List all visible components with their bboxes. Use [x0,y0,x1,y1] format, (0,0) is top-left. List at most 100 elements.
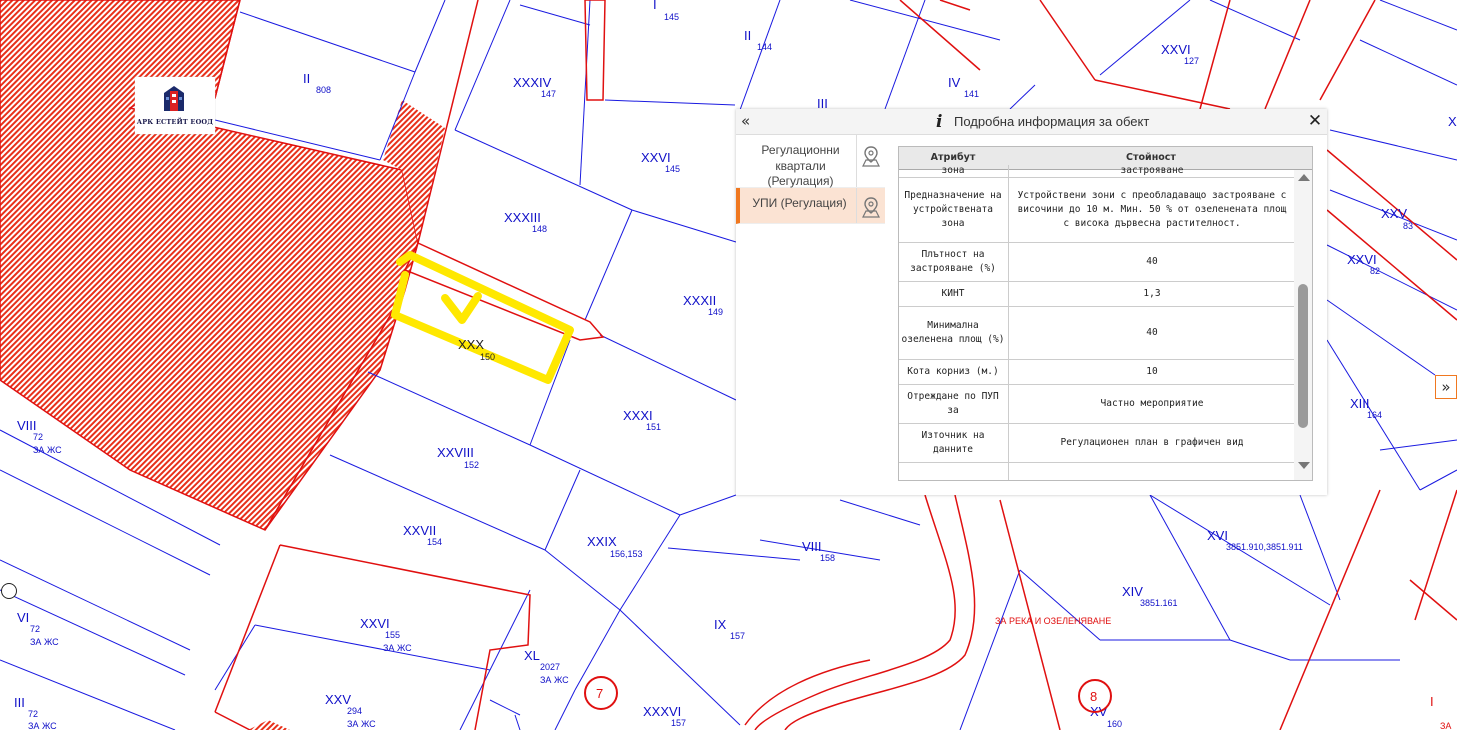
table-row: Източник на данните Регулационен план в г… [899,424,1294,463]
value-cell: Устройствени зони с преобладаващо застро… [1008,178,1295,242]
panel-header: « i Подробна информация за обект ✕ [736,109,1327,135]
parcel-label: XXVIII [437,445,474,460]
value-cell: Регулационен план в графичен вид [1008,424,1295,462]
parcel-label: XXV [1381,206,1407,221]
parcel-label: II [744,28,751,43]
parcel-use: ЗА ЖС [347,719,376,729]
parcel-use: ЗА [1440,721,1451,730]
parcel-label: I [1430,694,1434,709]
parcel-label: X [1448,114,1457,129]
attribute-cell: Отреждане по ПУП за [907,391,999,416]
parcel-number: 72 [30,624,40,634]
table-row: Предназначение на устройствената зона Уст… [899,178,1294,243]
parcel-number: 3851.910,3851.911 [1226,542,1303,552]
attribute-cell: КИНТ [941,288,965,299]
value-cell: застрояване [1008,165,1295,177]
table-row: зона застрояване [899,165,1294,178]
table-row: Отреждане по ПУП за Частно мероприятие [899,385,1294,424]
parcel-label: XXVI [1161,42,1191,57]
attribute-cell: Плътност на застрояване (%) [910,249,996,274]
attribute-cell: Източник на данните [921,430,985,455]
parcel-number: 2027 [540,662,560,672]
parcel-number: 157 [730,631,745,641]
parcel-label: XL [524,648,540,663]
parcel-number: 294 [347,706,362,716]
parcel-label: I [653,0,657,12]
block-number: 7 [596,686,603,701]
value-cell: 40 [1008,307,1295,359]
attribute-cell: Кота корниз (м.) [907,366,999,377]
parcel-label: XXXI [623,408,653,423]
parcel-label: XXXII [683,293,716,308]
scroll-down-arrow-icon[interactable] [1298,462,1310,469]
attribute-cell: Предназначение на устройствената зона [904,190,1002,229]
map-tool-circle[interactable] [1,583,17,599]
table-row-partial [899,463,1295,480]
parcel-number: 144 [757,42,772,52]
parcel-number: 127 [1184,56,1199,66]
parcel-number: 160 [1107,719,1122,729]
value-cell [1008,463,1295,480]
parcel-label: XIII [1350,396,1370,411]
column-header-attribute: Атрибут [930,152,976,163]
parcel-number: 145 [665,164,680,174]
parcel-label: XXXIV [513,75,552,90]
parcel-number: 149 [708,307,723,317]
map-pin-icon [862,197,880,218]
map-pin-icon [862,146,880,167]
parcel-label: XVI [1207,528,1228,543]
hatched-corner [248,720,290,730]
expand-right-button[interactable]: » [1435,375,1457,399]
parcel-label: IV [948,75,961,90]
layer-item-regulation-blocks[interactable]: Регулационни квартали (Регулация) [736,135,885,188]
table-row: Кота корниз (м.) 10 [899,360,1294,385]
parcel-use: ЗА ЖС [28,721,57,730]
parcel-label: XXVI [641,150,671,165]
parcel-number: 151 [646,422,661,432]
zone-label: ЗА РЕКА И ОЗЕЛЕНЯВАНЕ [995,616,1111,626]
zoom-to-object-button[interactable] [856,188,885,223]
parcel-label: XXXVI [643,704,681,719]
parcel-number: 141 [964,89,979,99]
object-info-panel: « i Подробна информация за обект ✕ Регул… [736,109,1327,495]
parcel-label: XXXIII [504,210,541,225]
scrollbar-thumb[interactable] [1298,284,1308,428]
building-logo-icon [164,86,184,111]
parcel-use: ЗА ЖС [540,675,569,685]
parcel-number: 152 [464,460,479,470]
info-icon: i [936,112,943,132]
parcel-label: IX [714,617,727,632]
parcel-number: 72 [33,432,43,442]
parcel-label: XIV [1122,584,1143,599]
parcel-label: XXX [458,337,484,352]
layer-item-upi[interactable]: УПИ (Регулация) [736,188,885,224]
parcel-label: XXVII [403,523,436,538]
parcel-label: XXVI [1347,252,1377,267]
parcel-number: 154 [427,537,442,547]
company-logo: АРК ЕСТЕЙТ ЕООД [135,77,215,134]
parcel-label: VI [17,610,29,625]
scroll-up-arrow-icon[interactable] [1298,174,1310,181]
parcel-number: 3851.161 [1140,598,1178,608]
parcel-use: ЗА ЖС [33,445,62,455]
table-scrollbar[interactable] [1294,170,1312,480]
parcel-label: VIII [802,539,822,554]
parcel-number: 72 [28,709,38,719]
parcel-number: 145 [664,12,679,22]
collapse-panel-button[interactable]: « [741,111,759,131]
table-row: Минимална озеленена площ (%) 40 [899,307,1294,360]
parcel-number: 150 [480,352,495,362]
value-cell: 1,3 [1008,282,1295,306]
parcel-label: II [303,71,310,86]
layer-list: Регулационни квартали (Регулация) УПИ (Р… [736,135,885,224]
close-panel-button[interactable]: ✕ [1306,110,1324,132]
parcel-number: 147 [541,89,556,99]
zoom-to-object-button[interactable] [856,135,885,187]
parcel-number: 83 [1403,221,1413,231]
parcel-label: XXVI [360,616,390,631]
parcel-label: VIII [17,418,37,433]
parcel-number: 156,153 [610,549,643,559]
parcel-number: 158 [820,553,835,563]
parcel-number: 82 [1370,266,1380,276]
parcel-number: 155 [385,630,400,640]
